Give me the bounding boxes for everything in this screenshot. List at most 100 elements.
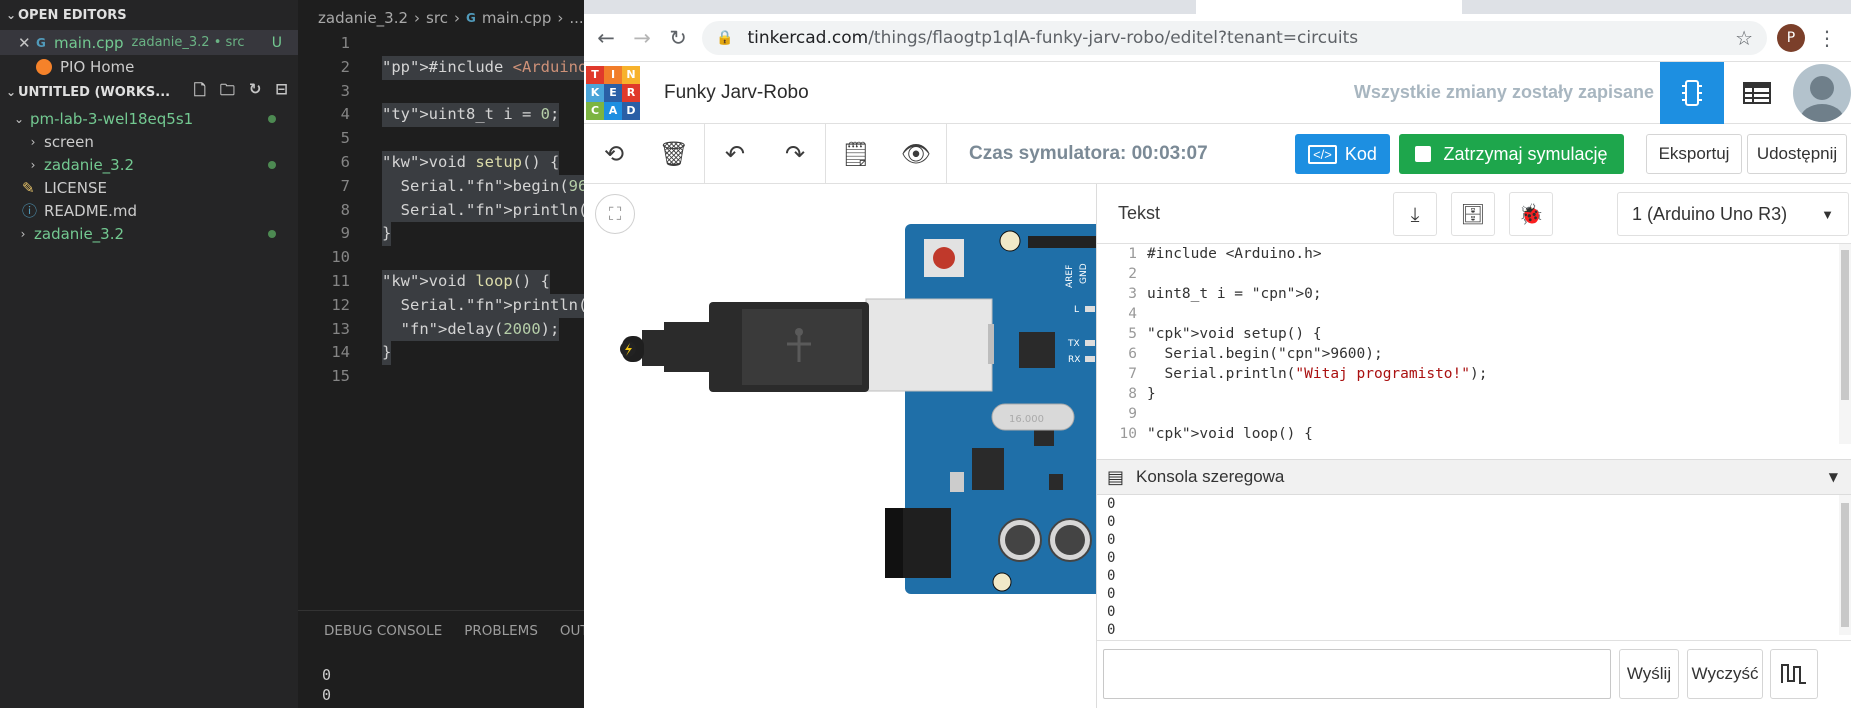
user-avatar[interactable] (1793, 64, 1851, 122)
code-editor[interactable]: 1 #include <Arduino.h> 2 3 uint8_t i = "cpn"… (1097, 244, 1851, 444)
line-text: Serial."fn">println(i); (382, 293, 584, 318)
export-button[interactable]: Eksportuj (1646, 134, 1742, 174)
logo-letter: I (604, 65, 622, 84)
console-scrollbar[interactable] (1839, 495, 1851, 635)
menu-kebab-icon[interactable]: ⋮ (1817, 26, 1837, 50)
refresh-icon[interactable]: ↻ (249, 80, 262, 105)
code-line[interactable]: 4 "ty">uint8_t i = 0; (298, 103, 584, 128)
code-line[interactable]: 6 "kw">void setup() { (298, 150, 584, 175)
code-line[interactable]: 5 (298, 127, 584, 151)
line-number: 4 (340, 105, 350, 124)
code-line[interactable]: 3 uint8_t i = "cpn">0; (1097, 284, 1851, 304)
tab-debug-console[interactable]: DEBUG CONSOLE (324, 623, 442, 639)
libraries-button[interactable]: 🗄 (1451, 192, 1495, 236)
back-icon[interactable]: ← (588, 26, 624, 50)
tree-item-zadanie[interactable]: › zadanie_3.2 (0, 153, 298, 176)
code-line[interactable]: 13 "fn">delay(2000); (298, 317, 584, 342)
code-button[interactable]: </> Kod (1295, 134, 1390, 174)
code-line[interactable]: 9 (1097, 404, 1851, 424)
code-line[interactable]: 7 Serial."fn">begin(9600); (298, 174, 584, 199)
tab-problems[interactable]: PROBLEMS (464, 623, 538, 639)
design-title[interactable]: Funky Jarv-Robo (664, 82, 809, 104)
code-line[interactable]: 5 "cpk">void setup() { (1097, 324, 1851, 344)
line-number: 10 (1119, 426, 1137, 442)
redo-icon[interactable]: ↷ (765, 124, 825, 184)
tree-item-screen[interactable]: › screen (0, 130, 298, 153)
code-scrollbar[interactable] (1839, 244, 1851, 444)
open-editors-header[interactable]: ⌄ OPEN EDITORS (0, 0, 298, 30)
code-line[interactable]: 4 (1097, 304, 1851, 324)
send-button[interactable]: Wyślij (1619, 649, 1679, 699)
serial-monitor-header[interactable]: ▤ Konsola szeregowa ▼ (1097, 459, 1851, 495)
schematic-view-button[interactable] (1725, 62, 1789, 124)
line-number: 1 (1128, 246, 1137, 262)
tree-item-zadanie-root[interactable]: › zadanie_3.2 (0, 222, 298, 245)
tree-item-readme[interactable]: ⓘ README.md (0, 199, 298, 222)
code-line[interactable]: 8} (1097, 384, 1851, 404)
code-line[interactable]: 10 "cpk">void loop() { (1097, 424, 1851, 444)
arduino-uno-board[interactable]: AREF GND L TX RX 16.000 (584, 184, 1096, 708)
code-line[interactable]: 11 "kw">void loop() { (298, 269, 584, 294)
rotate-tool-icon[interactable]: ⟲ (584, 124, 644, 184)
bookmark-star-icon[interactable]: ☆ (1735, 26, 1753, 50)
device-select[interactable]: 1 (Arduino Uno R3) ▼ (1617, 192, 1849, 236)
code-line[interactable]: 7 Serial.println("Witaj programisto!"); (1097, 364, 1851, 384)
tab-active[interactable] (1196, 0, 1462, 14)
circuit-view-button[interactable] (1660, 62, 1724, 124)
reload-icon[interactable]: ↻ (660, 26, 696, 50)
code-icon: </> (1308, 144, 1337, 164)
collapse-all-icon[interactable]: ⊟ (275, 80, 288, 105)
line-text: Serial."fn">println("Wit (382, 198, 584, 223)
untracked-status: U (271, 34, 282, 51)
code-line[interactable]: 12 Serial."fn">println(i); (298, 293, 584, 318)
workspace-header[interactable]: ⌄ UNTITLED (WORKS... 🗋 🗀 ↻ ⊟ (0, 79, 298, 105)
close-icon[interactable]: ✕ (18, 34, 36, 52)
code-line[interactable]: 1 (298, 32, 584, 56)
eye-icon[interactable]: 👁 (886, 124, 946, 184)
code-mode-select[interactable]: Tekst (1118, 203, 1160, 224)
code-line[interactable]: 2 (1097, 264, 1851, 284)
code-area[interactable]: 12"pp">#include <Arduino.h>3 4"ty">uint8_… (298, 32, 584, 389)
url-field[interactable]: 🔒 tinkercad.com/things/flaogtp1qlA-funky… (702, 20, 1767, 55)
tinkercad-logo[interactable]: TINKERCAD (586, 65, 640, 120)
stop-icon (1415, 146, 1432, 162)
forward-icon[interactable]: → (624, 26, 660, 50)
code-line[interactable]: 1 #include <Arduino.h> (1097, 244, 1851, 264)
tree-item-license[interactable]: ✎ LICENSE (0, 176, 298, 199)
code-line[interactable]: 14} (298, 341, 584, 366)
undo-icon[interactable]: ↶ (705, 124, 765, 184)
clear-button[interactable]: Wyczyść (1687, 649, 1763, 699)
code-line[interactable]: 15 (298, 365, 584, 389)
serial-input[interactable] (1103, 649, 1611, 699)
profile-avatar[interactable]: P (1777, 23, 1805, 52)
tree-item-repo[interactable]: ⌄ pm-lab-3-wel18eq5s1 (0, 107, 298, 130)
open-editor-main-cpp[interactable]: ✕ G main.cpp zadanie_3.2 • src U (0, 30, 298, 55)
code-line[interactable]: 2 "pp">#include <Arduino.h> (298, 55, 584, 80)
cpp-file-icon: G (36, 35, 46, 50)
circuit-canvas[interactable]: ⛶ AREF GND L TX RX 16.000 (584, 184, 1096, 708)
code-line[interactable]: 6 Serial.begin("cpn">9600); (1097, 344, 1851, 364)
line-text: "cpk">void setup() { (1147, 326, 1322, 342)
code-line[interactable]: 3 (298, 80, 584, 104)
open-editor-pio-home[interactable]: PIO Home (0, 55, 298, 79)
panel-tabs: DEBUG CONSOLE PROBLEMS OUTP (298, 611, 597, 639)
share-button[interactable]: Udostępnij (1747, 134, 1847, 174)
new-folder-icon[interactable]: 🗀 (220, 80, 235, 105)
code-line[interactable]: 9} (298, 222, 584, 247)
download-code-button[interactable]: ⤓ (1393, 192, 1437, 236)
chevron-right-icon: › (30, 134, 36, 149)
graph-button[interactable] (1770, 649, 1818, 699)
line-number: 3 (340, 81, 350, 100)
new-file-icon[interactable]: 🗋 (194, 80, 206, 105)
vscode-editor[interactable]: zadanie_3.2 › src › G main.cpp › ... 1 2 "… (298, 0, 584, 610)
code-line[interactable]: 8 Serial."fn">println("Wit (298, 198, 584, 223)
debugger-button[interactable]: 🐞 (1509, 192, 1553, 236)
notes-icon[interactable]: 🗒 (826, 124, 886, 184)
code-line[interactable]: 10 (298, 246, 584, 270)
delete-icon[interactable]: 🗑 (644, 124, 704, 184)
stop-simulation-button[interactable]: Zatrzymaj symulację (1399, 134, 1624, 174)
browser-window: ← → ↻ 🔒 tinkercad.com/things/flaogtp1qlA… (584, 0, 1851, 708)
caret-down-icon: ▼ (1821, 206, 1834, 222)
serial-line: 0 (1107, 604, 1116, 620)
save-status: Wszystkie zmiany zostały zapisane (1353, 82, 1654, 102)
